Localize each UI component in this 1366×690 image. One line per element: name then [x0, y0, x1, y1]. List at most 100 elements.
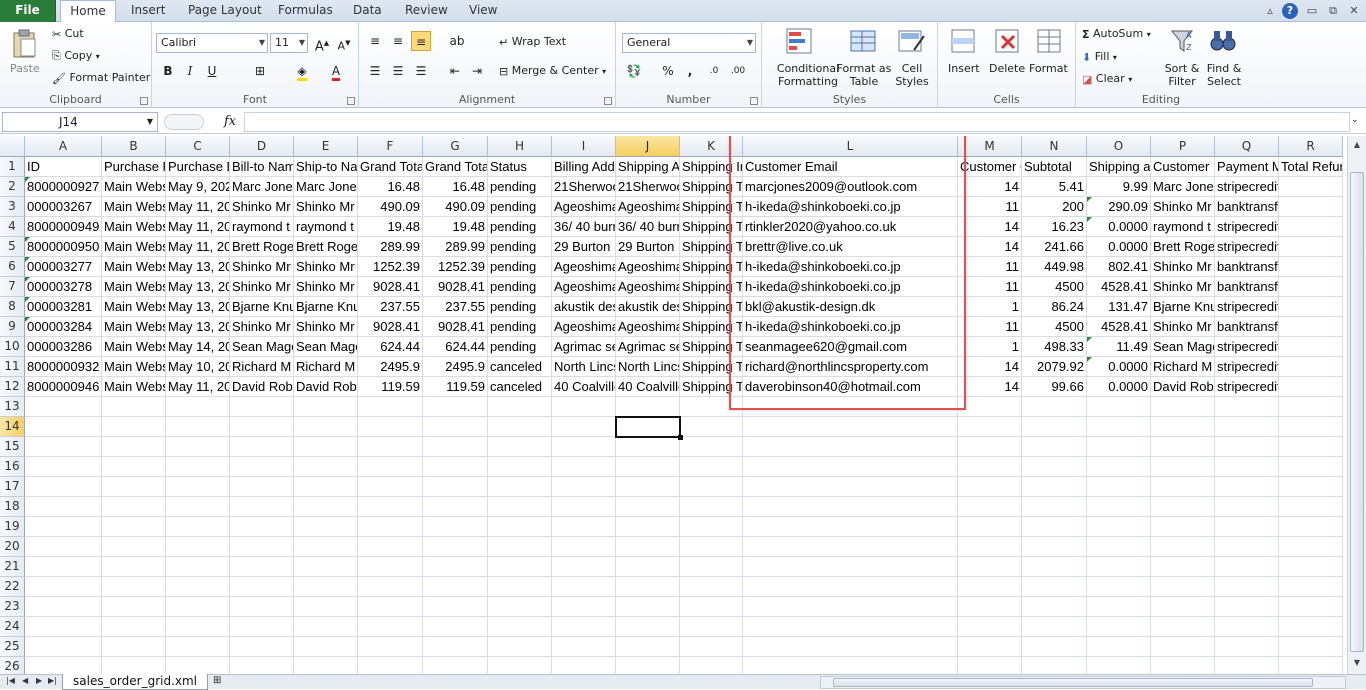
cell-g2[interactable]: 16.48: [423, 177, 488, 197]
borders-icon[interactable]: ⊞: [250, 61, 270, 81]
cell-a4[interactable]: 8000000949: [25, 217, 102, 237]
cell-b26[interactable]: [102, 657, 166, 674]
cell-q9[interactable]: banktransfer: [1215, 317, 1279, 337]
align-middle-icon[interactable]: ≡: [388, 31, 408, 51]
cell-c13[interactable]: [166, 397, 230, 417]
cell-o1[interactable]: Shipping and Handling: [1087, 157, 1151, 177]
cell-g16[interactable]: [423, 457, 488, 477]
cell-n15[interactable]: [1022, 437, 1087, 457]
cell-i14[interactable]: [552, 417, 616, 437]
cell-d2[interactable]: Marc Jones: [230, 177, 294, 197]
cell-j21[interactable]: [616, 557, 680, 577]
cell-i5[interactable]: 29 Burton: [552, 237, 616, 257]
cell-n3[interactable]: 200: [1022, 197, 1087, 217]
cell-q15[interactable]: [1215, 437, 1279, 457]
first-sheet-icon[interactable]: |◀: [6, 676, 15, 685]
cell-i11[interactable]: North Lincs: [552, 357, 616, 377]
column-header-c[interactable]: C: [166, 136, 230, 157]
alignment-launcher-icon[interactable]: [604, 97, 612, 105]
column-header-o[interactable]: O: [1087, 136, 1151, 157]
cell-d21[interactable]: [230, 557, 294, 577]
cell-m19[interactable]: [958, 517, 1022, 537]
cell-g17[interactable]: [423, 477, 488, 497]
cell-m11[interactable]: 14: [958, 357, 1022, 377]
cell-b25[interactable]: [102, 637, 166, 657]
help-icon[interactable]: ?: [1282, 3, 1298, 19]
cell-k25[interactable]: [680, 637, 743, 657]
merge-center-button[interactable]: ⊟ Merge & Center ▾: [499, 64, 606, 78]
cell-e20[interactable]: [294, 537, 358, 557]
cell-a11[interactable]: 8000000932: [25, 357, 102, 377]
grow-font-icon[interactable]: A▲: [312, 33, 332, 54]
row-header-19[interactable]: 19: [0, 517, 25, 537]
cell-o25[interactable]: [1087, 637, 1151, 657]
cell-r19[interactable]: [1279, 517, 1343, 537]
tab-review[interactable]: Review: [405, 0, 448, 22]
cell-a3[interactable]: 000003267: [25, 197, 102, 217]
cell-p2[interactable]: Marc Jones: [1151, 177, 1215, 197]
cell-j20[interactable]: [616, 537, 680, 557]
cell-g10[interactable]: 624.44: [423, 337, 488, 357]
cell-d13[interactable]: [230, 397, 294, 417]
cell-f20[interactable]: [358, 537, 423, 557]
cell-f14[interactable]: [358, 417, 423, 437]
cell-m17[interactable]: [958, 477, 1022, 497]
name-box[interactable]: J14 ▼: [2, 112, 158, 132]
cell-m3[interactable]: 11: [958, 197, 1022, 217]
cell-g25[interactable]: [423, 637, 488, 657]
cell-p6[interactable]: Shinko Mr: [1151, 257, 1215, 277]
cell-l26[interactable]: [743, 657, 958, 674]
cell-b1[interactable]: Purchase Point: [102, 157, 166, 177]
cell-a23[interactable]: [25, 597, 102, 617]
cell-a26[interactable]: [25, 657, 102, 674]
cell-j9[interactable]: Ageoshima: [616, 317, 680, 337]
cell-o23[interactable]: [1087, 597, 1151, 617]
cell-i7[interactable]: Ageoshima: [552, 277, 616, 297]
row-header-16[interactable]: 16: [0, 457, 25, 477]
cell-q8[interactable]: stripecreditcards: [1215, 297, 1279, 317]
row-header-26[interactable]: 26: [0, 657, 25, 674]
format-as-table-button[interactable]: Format as Table: [836, 62, 892, 88]
cell-r11[interactable]: [1279, 357, 1343, 377]
cell-d23[interactable]: [230, 597, 294, 617]
cell-g6[interactable]: 1252.39: [423, 257, 488, 277]
cell-m20[interactable]: [958, 537, 1022, 557]
cell-i12[interactable]: 40 Coalville: [552, 377, 616, 397]
cell-j8[interactable]: akustik design: [616, 297, 680, 317]
cell-l18[interactable]: [743, 497, 958, 517]
cell-h17[interactable]: [488, 477, 552, 497]
cell-n17[interactable]: [1022, 477, 1087, 497]
italic-button[interactable]: I: [180, 61, 200, 81]
cell-i16[interactable]: [552, 457, 616, 477]
column-header-a[interactable]: A: [25, 136, 102, 157]
paste-button[interactable]: Paste: [10, 62, 40, 75]
cell-g21[interactable]: [423, 557, 488, 577]
cell-r26[interactable]: [1279, 657, 1343, 674]
cell-i22[interactable]: [552, 577, 616, 597]
cell-c11[interactable]: May 10, 2021: [166, 357, 230, 377]
cell-h23[interactable]: [488, 597, 552, 617]
cell-o8[interactable]: 131.47: [1087, 297, 1151, 317]
cell-a17[interactable]: [25, 477, 102, 497]
conditional-formatting-button[interactable]: Conditional Formatting: [770, 62, 846, 88]
cell-q6[interactable]: banktransfer: [1215, 257, 1279, 277]
formula-input[interactable]: [244, 112, 1350, 132]
cell-e24[interactable]: [294, 617, 358, 637]
tab-formulas[interactable]: Formulas: [278, 0, 333, 22]
cell-j2[interactable]: 21Sherwood: [616, 177, 680, 197]
cell-c19[interactable]: [166, 517, 230, 537]
decrease-decimal-icon[interactable]: .00: [728, 61, 748, 81]
cell-m4[interactable]: 14: [958, 217, 1022, 237]
cell-p26[interactable]: [1151, 657, 1215, 674]
cell-e19[interactable]: [294, 517, 358, 537]
cell-a8[interactable]: 000003281: [25, 297, 102, 317]
cell-n23[interactable]: [1022, 597, 1087, 617]
cell-r9[interactable]: [1279, 317, 1343, 337]
cell-e10[interactable]: Sean Magee: [294, 337, 358, 357]
row-header-10[interactable]: 10: [0, 337, 25, 357]
cell-n6[interactable]: 449.98: [1022, 257, 1087, 277]
column-header-g[interactable]: G: [423, 136, 488, 157]
cell-e16[interactable]: [294, 457, 358, 477]
cell-b4[interactable]: Main Website: [102, 217, 166, 237]
cell-c1[interactable]: Purchase Date: [166, 157, 230, 177]
